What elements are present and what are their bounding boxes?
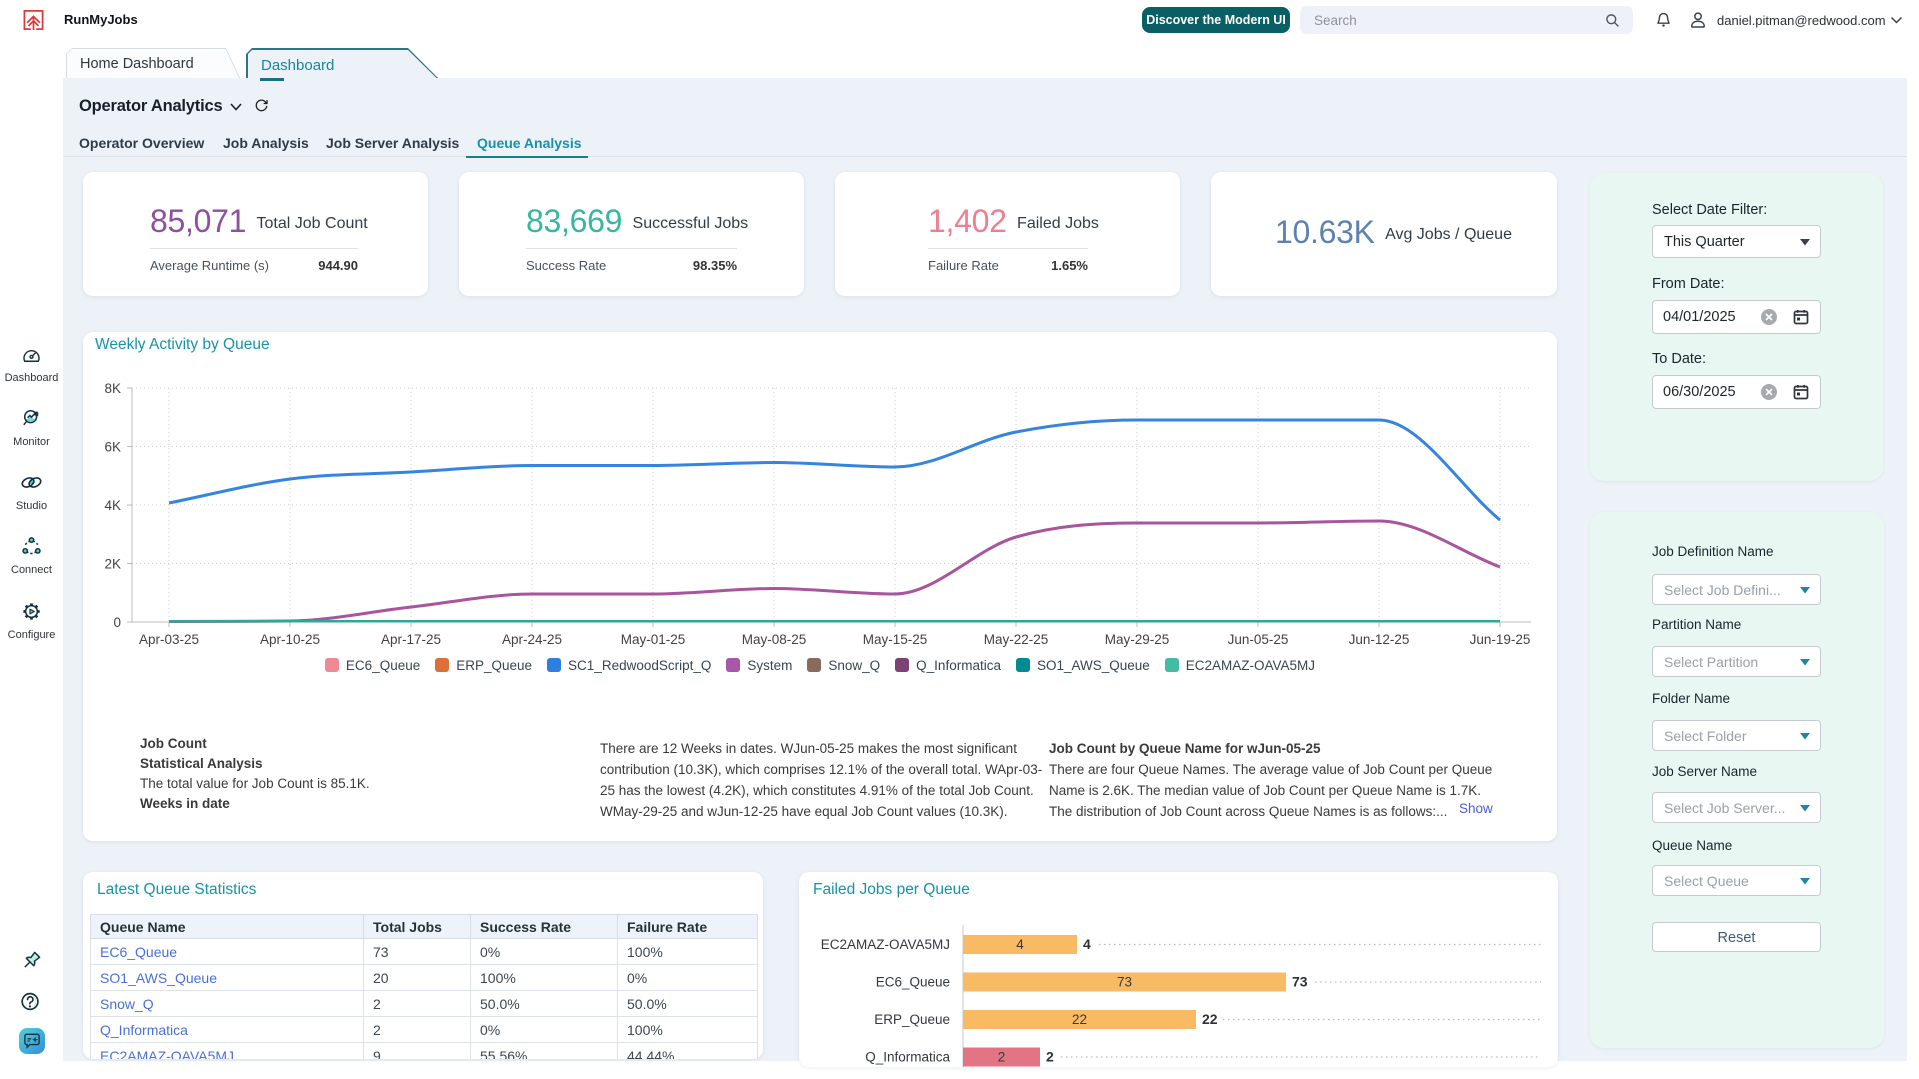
svg-text:22: 22 [1202, 1011, 1218, 1027]
svg-text:4K: 4K [104, 498, 121, 513]
svg-text:6K: 6K [104, 440, 121, 455]
svg-text:May-08-25: May-08-25 [742, 632, 807, 647]
svg-text:73: 73 [1117, 975, 1132, 990]
svg-text:4: 4 [1083, 936, 1091, 952]
svg-text:2: 2 [1046, 1049, 1054, 1065]
svg-text:May-15-25: May-15-25 [863, 632, 928, 647]
svg-text:Jun-19-25: Jun-19-25 [1470, 632, 1531, 647]
svg-text:Q_Informatica: Q_Informatica [865, 1050, 950, 1065]
svg-text:Jun-12-25: Jun-12-25 [1349, 632, 1410, 647]
svg-text:2: 2 [998, 1050, 1006, 1065]
svg-text:0: 0 [113, 615, 121, 630]
svg-text:Apr-24-25: Apr-24-25 [502, 632, 562, 647]
svg-text:22: 22 [1072, 1012, 1087, 1027]
svg-text:ERP_Queue: ERP_Queue [874, 1012, 950, 1027]
svg-text:73: 73 [1292, 974, 1308, 990]
svg-text:May-01-25: May-01-25 [621, 632, 686, 647]
svg-text:EC2AMAZ-OAVA5MJ: EC2AMAZ-OAVA5MJ [821, 937, 950, 952]
svg-text:8K: 8K [104, 381, 121, 396]
svg-text:May-29-25: May-29-25 [1105, 632, 1170, 647]
svg-text:4: 4 [1016, 937, 1024, 952]
svg-text:EC6_Queue: EC6_Queue [876, 975, 950, 990]
svg-text:Apr-03-25: Apr-03-25 [139, 632, 199, 647]
svg-text:Jun-05-25: Jun-05-25 [1228, 632, 1289, 647]
svg-text:Apr-10-25: Apr-10-25 [260, 632, 320, 647]
svg-text:2K: 2K [104, 557, 121, 572]
svg-text:May-22-25: May-22-25 [984, 632, 1049, 647]
svg-text:Apr-17-25: Apr-17-25 [381, 632, 441, 647]
